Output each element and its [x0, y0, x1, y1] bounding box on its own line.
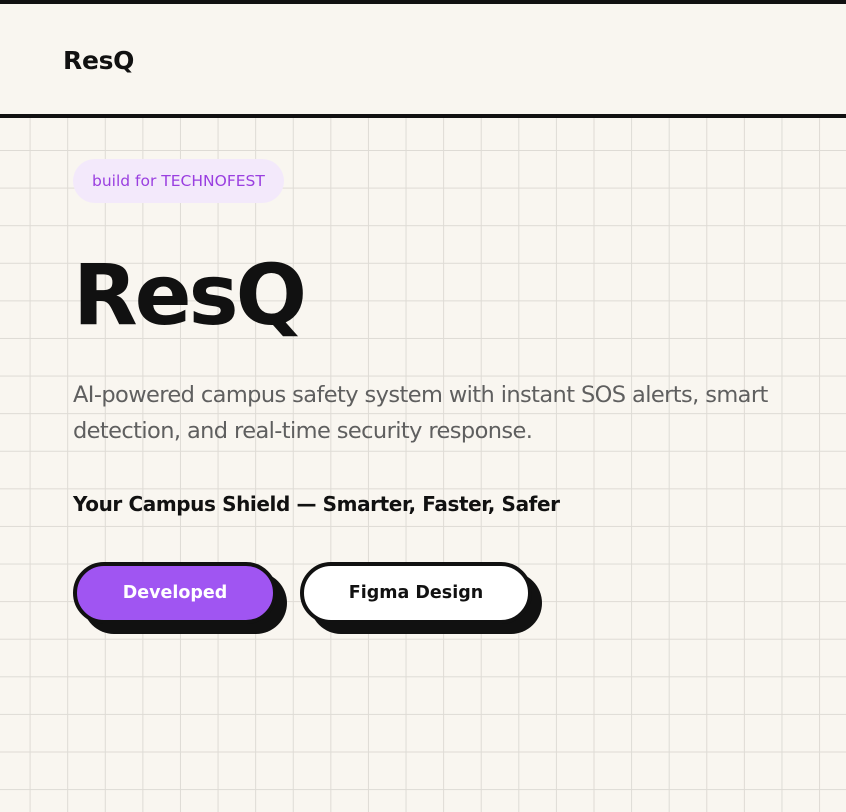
- hero-description: AI-powered campus safety system with ins…: [73, 382, 768, 444]
- developed-button[interactable]: Developed: [73, 562, 277, 624]
- figma-design-button[interactable]: Figma Design: [300, 562, 532, 624]
- hero-title: ResQ: [73, 246, 307, 344]
- hero-tagline: Your Campus Shield — Smarter, Faster, Sa…: [73, 492, 560, 516]
- event-badge: build for TECHNOFEST: [73, 159, 284, 203]
- hero-section: build for TECHNOFEST ResQ AI-powered cam…: [0, 0, 846, 812]
